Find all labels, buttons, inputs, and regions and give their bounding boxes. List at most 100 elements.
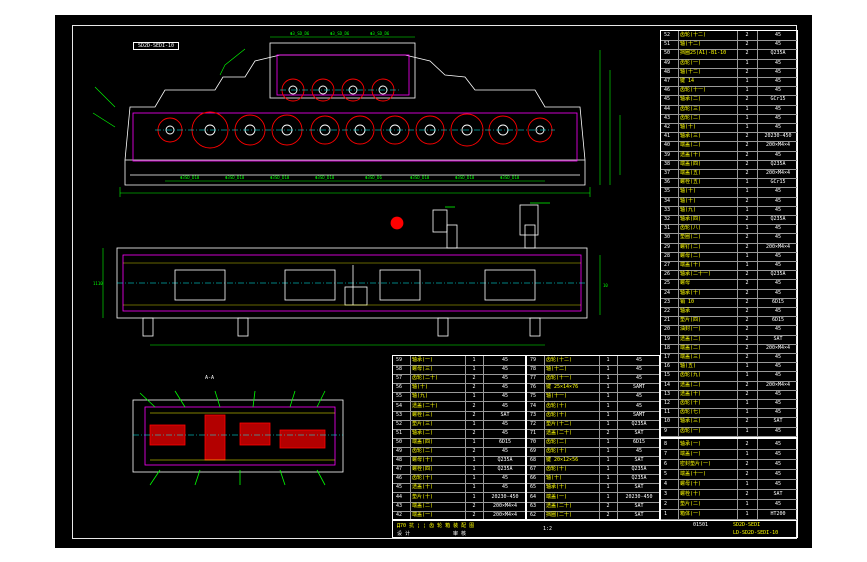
- bom-cell-qty: 1: [745, 372, 749, 379]
- bom-cell-name: 齿轮(十): [412, 475, 434, 482]
- bom-cell-name: 透盖(十): [680, 151, 702, 158]
- bom-cell-qty: 1: [606, 493, 610, 500]
- bom-cell-qty: 2: [745, 271, 749, 278]
- bom-cell-name: 轴承(一): [680, 441, 702, 447]
- bom-cell-material: 45: [774, 225, 782, 232]
- bom-column-divider: [465, 356, 466, 519]
- bom-cell-qty: 2: [472, 375, 476, 382]
- bom-cell-no: 10: [664, 418, 671, 425]
- bom-cell-name: 透盖(二十): [546, 502, 573, 509]
- bom-cell-no: 30: [664, 234, 671, 241]
- bom-cell-qty: 2: [472, 411, 476, 418]
- bom-cell-material: 45: [774, 471, 782, 477]
- bom-cell-no: 66: [530, 475, 537, 482]
- parts-list-bottom: 8 轴承(一) 2 45 7 端盖(一) 1 45 6 密封垫片(一) 2 45 5 端盖(十一) 2 45 4…: [660, 438, 798, 520]
- bom-cell-material: SAT: [634, 511, 644, 518]
- drawing-title: Д70 抗 ¦ ¦ 齿 轮 箱 装 配 图: [397, 523, 475, 529]
- bom-cell-name: 齿轮(一): [680, 59, 702, 66]
- bom-cell-no: 41: [664, 133, 671, 140]
- bom-cell-no: 42: [396, 511, 403, 518]
- bom-cell-no: 23: [664, 298, 671, 305]
- bom-cell-name: 端盖(三): [680, 354, 702, 360]
- bom-cell-no: 46: [396, 475, 403, 482]
- bom-cell-no: 62: [530, 511, 537, 518]
- bom-cell-name: 齿轮(八): [680, 225, 702, 232]
- bom-cell-material: 45: [635, 402, 643, 409]
- bom-cell-qty: 1: [745, 511, 749, 517]
- bom-cell-material: 45: [774, 114, 782, 121]
- bom-cell-qty: 1: [745, 400, 749, 406]
- bom-cell-material: 45: [501, 384, 509, 391]
- bom-cell-qty: 1: [606, 420, 610, 427]
- plan-dim-right: 10: [603, 283, 608, 288]
- bom-cell-qty: 1: [606, 375, 610, 382]
- bom-cell-material: 45: [774, 441, 782, 447]
- bom-cell-no: 26: [664, 271, 671, 278]
- bom-cell-no: 7: [664, 451, 668, 457]
- bom-cell-no: 43: [396, 502, 403, 509]
- bom-cell-material: 6D15: [498, 438, 512, 445]
- bom-cell-qty: 1: [745, 427, 749, 434]
- bom-cell-material: 45: [774, 427, 782, 434]
- bom-cell-qty: 2: [745, 68, 749, 75]
- bom-cell-qty: 1: [606, 448, 610, 454]
- bom-cell-name: 轴(十): [680, 197, 697, 204]
- bom-cell-no: 9: [664, 427, 668, 434]
- bom-cell-material: 45: [501, 429, 509, 436]
- bom-column-divider: [737, 439, 738, 519]
- bom-cell-no: 27: [664, 262, 671, 268]
- bom-cell-material: 45: [774, 289, 782, 296]
- bom-cell-material: 200×M4×4: [765, 344, 791, 351]
- bom-cell-material: 45: [635, 375, 643, 382]
- bom-cell-no: 19: [664, 335, 671, 342]
- bottom-dim-7: Φ3SD_D10: [455, 175, 475, 180]
- bom-cell-name: 键 25×14×76: [546, 384, 579, 391]
- bom-cell-no: 52: [664, 32, 671, 38]
- bom-cell-material: 45: [501, 420, 509, 427]
- plan-view: [116, 224, 588, 337]
- bom-cell-material: 45: [774, 252, 782, 259]
- bom-column-divider: [757, 439, 758, 519]
- bom-cell-name: 齿轮(十): [546, 402, 568, 409]
- bom-cell-name: 螺母(十): [412, 457, 434, 464]
- bom-cell-name: 轴(九): [680, 206, 697, 213]
- bom-cell-qty: 2: [606, 502, 610, 509]
- bom-cell-material: 6D15: [632, 438, 646, 445]
- bom-cell-name: 油封(一): [680, 326, 702, 333]
- bom-cell-qty: 1: [472, 475, 476, 482]
- bom-cell-no: 29: [664, 243, 671, 250]
- bom-cell-name: 轴承(二): [680, 96, 702, 103]
- bom-cell-no: 47: [396, 466, 403, 473]
- bottom-dim-3: Φ3SD_D10: [270, 175, 290, 180]
- bom-cell-no: 55: [396, 393, 403, 400]
- bom-cell-no: 4: [664, 481, 668, 487]
- bom-cell-no: 25: [664, 280, 671, 287]
- bom-cell-no: 48: [664, 68, 671, 75]
- bom-cell-qty: 2: [745, 308, 749, 314]
- bom-cell-qty: 1: [606, 357, 610, 363]
- bom-column-divider: [599, 356, 600, 519]
- bom-cell-qty: 2: [745, 41, 749, 48]
- bom-cell-material: 45: [635, 366, 643, 373]
- bom-cell-no: 39: [664, 151, 671, 158]
- bom-cell-name: 垫片(三): [412, 420, 434, 427]
- bom-cell-name: 齿轮(十一): [680, 87, 707, 94]
- plan-dim-height: 1110: [93, 281, 103, 286]
- bom-cell-material: Q235A: [631, 475, 647, 482]
- bom-cell-name: 端盖(四): [680, 160, 702, 167]
- bom-cell-name: 轴(十): [412, 384, 429, 391]
- bom-cell-name: 透盖(二十): [412, 402, 439, 409]
- bom-cell-qty: 2: [745, 317, 749, 324]
- code-3: LD-SD2D-SEDI-10: [733, 530, 779, 536]
- bom-cell-no: 6: [664, 461, 668, 467]
- bom-cell-material: SAT: [500, 411, 510, 418]
- bom-cell-name: 轴(十一): [546, 393, 568, 400]
- bom-cell-no: 17: [664, 354, 671, 360]
- bom-cell-material: 20230-450: [625, 493, 653, 500]
- bom-cell-name: 垫片(十二): [546, 420, 573, 427]
- bom-cell-no: 22: [664, 308, 671, 314]
- bom-cell-no: 68: [530, 457, 537, 464]
- bom-cell-qty: 2: [745, 151, 749, 158]
- bom-cell-no: 44: [664, 105, 671, 112]
- bom-cell-name: 轴(十): [680, 188, 697, 195]
